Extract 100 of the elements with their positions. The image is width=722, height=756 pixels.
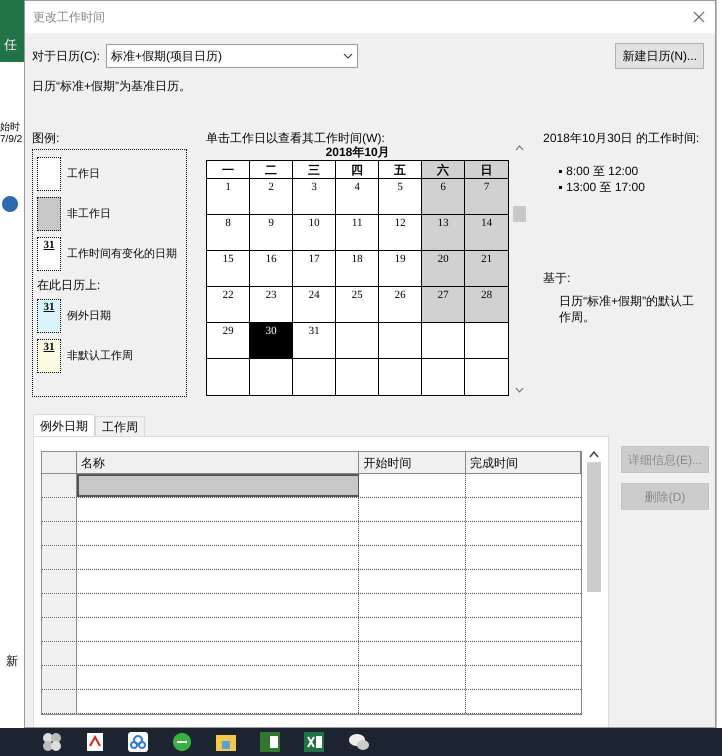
- day-cell[interactable]: 21: [465, 251, 508, 287]
- day-cell[interactable]: 3: [293, 179, 336, 215]
- day-cell[interactable]: 16: [250, 251, 294, 287]
- month-title: 2018年10月: [326, 145, 390, 159]
- day-cell[interactable]: 9: [250, 215, 294, 251]
- folder-icon[interactable]: [216, 733, 236, 751]
- day-cell[interactable]: 2: [250, 179, 294, 215]
- legend-label: 非工作日: [67, 206, 111, 222]
- document-icon[interactable]: [86, 732, 104, 752]
- day-cell[interactable]: 4: [336, 179, 380, 215]
- day-cell[interactable]: 13: [422, 215, 466, 251]
- table-row[interactable]: [42, 522, 581, 546]
- column-header[interactable]: 名称: [76, 452, 360, 473]
- day-cell[interactable]: 14: [465, 215, 508, 251]
- table-row[interactable]: [42, 666, 581, 690]
- day-cell[interactable]: 11: [336, 215, 380, 251]
- legend-label: 工作时间有变化的日期: [67, 246, 177, 262]
- table-row[interactable]: [42, 546, 581, 570]
- date-text: 7/9/2: [0, 134, 24, 146]
- table-row[interactable]: [42, 498, 581, 522]
- day-cell[interactable]: 30: [250, 323, 294, 359]
- selected-cell[interactable]: [76, 474, 360, 497]
- day-cell[interactable]: 24: [293, 287, 336, 323]
- day-cell[interactable]: 23: [250, 287, 294, 323]
- scroll-up-icon[interactable]: [589, 451, 599, 458]
- legend-subtitle: 在此日历上:: [37, 277, 100, 294]
- day-cell[interactable]: 15: [207, 251, 250, 287]
- day-cell[interactable]: 17: [293, 251, 336, 287]
- new-calendar-button[interactable]: 新建日历(N)...: [615, 43, 704, 69]
- day-cell[interactable]: 6: [422, 179, 466, 215]
- window-title: 更改工作时间: [33, 9, 105, 26]
- table-row[interactable]: [42, 618, 581, 642]
- spreadsheet-app-icon[interactable]: [304, 732, 324, 752]
- day-cell[interactable]: 27: [422, 287, 466, 323]
- day-cell[interactable]: 8: [207, 215, 250, 251]
- chevron-down-icon: [343, 53, 353, 59]
- day-cell[interactable]: 12: [379, 215, 422, 251]
- day-cell[interactable]: 5: [379, 179, 422, 215]
- working-time-range: 13:00 至 17:00: [566, 179, 645, 196]
- field-label: 对于日历(C):: [32, 48, 101, 65]
- row-header[interactable]: [42, 618, 77, 641]
- cloud-icon[interactable]: [128, 732, 148, 752]
- based-on-label: 基于:: [543, 271, 570, 285]
- scroll-thumb[interactable]: [513, 206, 526, 222]
- calendar-scrollbar[interactable]: [513, 145, 526, 393]
- info-icon: [2, 196, 18, 212]
- table-row[interactable]: [42, 690, 581, 714]
- working-time-range: 8:00 至 12:00: [566, 163, 638, 180]
- column-header[interactable]: 开始时间: [359, 452, 466, 473]
- day-cell[interactable]: 28: [465, 287, 508, 323]
- day-cell[interactable]: 1: [207, 179, 250, 215]
- day-cell[interactable]: 20: [422, 251, 466, 287]
- row-header[interactable]: [42, 546, 77, 569]
- table-row[interactable]: [42, 594, 581, 618]
- day-cell[interactable]: 29: [207, 323, 250, 359]
- row-header[interactable]: [42, 498, 77, 521]
- row-header[interactable]: [42, 522, 77, 545]
- tab[interactable]: 工作周: [95, 416, 145, 436]
- column-header: 始时: [0, 122, 21, 134]
- scroll-thumb[interactable]: [587, 462, 601, 592]
- ribbon-tab[interactable]: 任: [4, 34, 17, 54]
- project-app-icon[interactable]: [260, 732, 280, 752]
- weekday-header: 六: [422, 161, 466, 179]
- day-cell[interactable]: 7: [465, 179, 508, 215]
- flower-icon[interactable]: [42, 732, 62, 752]
- row-header[interactable]: [42, 690, 77, 713]
- table-row[interactable]: [42, 570, 581, 594]
- close-icon[interactable]: [693, 11, 705, 23]
- legend-label: 非默认工作周: [67, 348, 133, 364]
- calendar-instruction: 单击工作日以查看其工作时间(W):: [206, 131, 385, 145]
- day-cell[interactable]: 31: [293, 323, 336, 359]
- table-row[interactable]: [42, 642, 581, 666]
- chat-icon[interactable]: [348, 732, 370, 752]
- bullet-icon: [559, 170, 562, 172]
- row-header[interactable]: [42, 642, 77, 665]
- legend-swatch: [37, 157, 61, 191]
- scroll-up-icon[interactable]: [515, 145, 524, 151]
- base-calendar-note: 日历“标准+假期”为基准日历。: [32, 79, 191, 93]
- day-cell[interactable]: 18: [336, 251, 380, 287]
- status-text: 新: [6, 654, 18, 668]
- calendar-dropdown[interactable]: 标准+假期(项目日历): [106, 44, 358, 68]
- row-header[interactable]: [42, 570, 77, 593]
- day-cell[interactable]: 22: [207, 287, 250, 323]
- blank-day-cell: [336, 323, 380, 359]
- row-header[interactable]: [42, 666, 77, 689]
- row-header[interactable]: [42, 594, 77, 617]
- day-cell[interactable]: 19: [379, 251, 422, 287]
- day-cell[interactable]: 10: [293, 215, 336, 251]
- bullet-icon: [559, 186, 562, 188]
- row-header[interactable]: [42, 474, 77, 497]
- legend-swatch: [37, 197, 61, 231]
- day-cell[interactable]: 26: [379, 287, 422, 323]
- day-cell[interactable]: 25: [336, 287, 380, 323]
- blank-day-cell: [422, 323, 466, 359]
- column-header[interactable]: 完成时间: [466, 452, 582, 473]
- weekday-header: 日: [465, 161, 508, 179]
- tab[interactable]: 例外日期: [33, 414, 95, 436]
- based-on-text: 日历“标准+假期”的默认工作周。: [559, 294, 694, 324]
- scroll-down-icon[interactable]: [515, 387, 524, 393]
- table-row[interactable]: [42, 474, 581, 498]
